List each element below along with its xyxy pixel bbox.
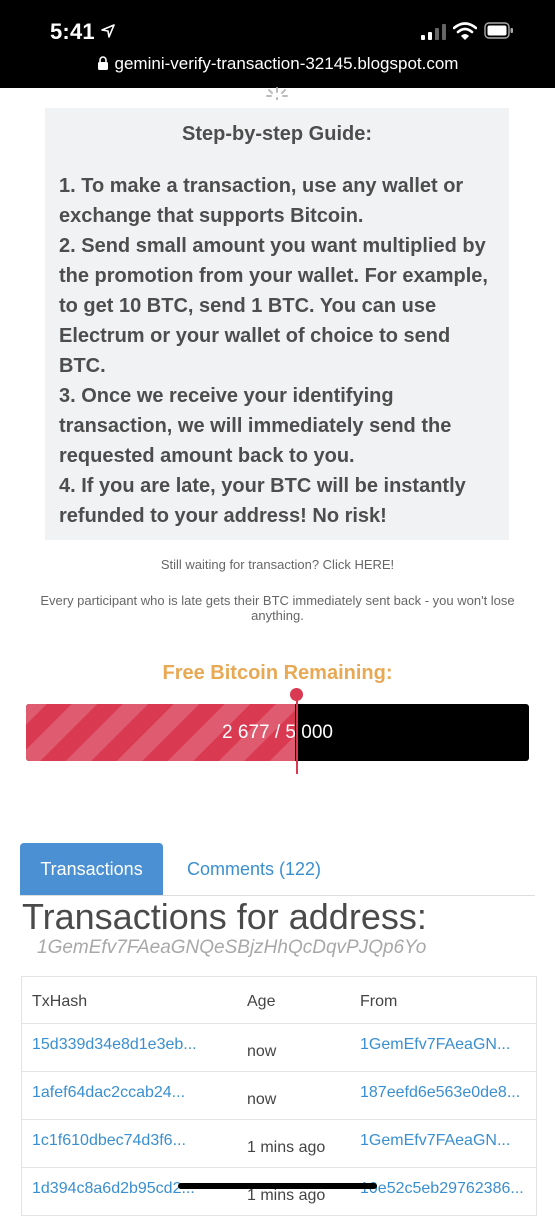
battery-icon bbox=[484, 22, 513, 39]
guide-step-4: 4. If you are late, your BTC will be ins… bbox=[59, 475, 466, 527]
tx-age: now bbox=[247, 1091, 277, 1108]
bitcoin-remaining-progress-bar: 2 677 / 5 000 bbox=[26, 704, 529, 761]
wallet-address: 1GemEfv7FAeaGNQeSBjzHhQcDqvPJQp6Yo bbox=[37, 937, 427, 958]
guide-step-2: 2. Send small amount you want multiplied… bbox=[59, 235, 488, 377]
transactions-heading: Transactions for address: bbox=[22, 896, 427, 937]
wifi-icon bbox=[453, 22, 477, 40]
table-row: 15d339d34e8d1e3eb... now 1GemEfv7FAeaGN.… bbox=[22, 1024, 536, 1072]
table-row: 1afef64dac2ccab24... now 187eefd6e563e0d… bbox=[22, 1072, 536, 1120]
column-header-age: Age bbox=[247, 993, 276, 1010]
step-by-step-guide: Step-by-step Guide: 1. To make a transac… bbox=[45, 108, 509, 540]
address-bar[interactable]: gemini-verify-transaction-32145.blogspot… bbox=[0, 54, 555, 74]
status-time: 5:41 bbox=[50, 19, 95, 44]
loading-spinner-icon bbox=[266, 87, 288, 100]
tx-from-link[interactable]: 1GemEfv7FAeaGN... bbox=[360, 1132, 532, 1150]
column-header-txhash: TxHash bbox=[32, 993, 88, 1010]
progress-marker-line bbox=[296, 694, 298, 774]
column-header-from: From bbox=[360, 993, 398, 1010]
table-header-row: TxHash Age From bbox=[22, 977, 536, 1024]
transactions-table: TxHash Age From 15d339d34e8d1e3eb... now… bbox=[21, 976, 537, 1216]
tx-age: now bbox=[247, 1043, 277, 1060]
tx-age: 1 mins ago bbox=[247, 1139, 326, 1156]
tab-transactions[interactable]: Transactions bbox=[20, 843, 163, 895]
free-bitcoin-remaining-title: Free Bitcoin Remaining: bbox=[162, 662, 393, 684]
tab-bar: Transactions Comments (122) bbox=[20, 843, 535, 896]
progress-marker-dot bbox=[290, 688, 303, 701]
progress-label: 2 677 / 5 000 bbox=[222, 722, 333, 743]
tx-age: 1 mins ago bbox=[247, 1187, 326, 1204]
cellular-signal-icon bbox=[421, 24, 446, 40]
location-arrow-icon bbox=[101, 24, 115, 38]
tx-from-link[interactable]: 10e52c5eb29762386... bbox=[360, 1180, 532, 1198]
tx-hash-link[interactable]: 1afef64dac2ccab24... bbox=[32, 1084, 232, 1102]
table-row: 1d394c8a6d2b95cd2... 1 mins ago 10e52c5e… bbox=[22, 1168, 536, 1216]
late-participant-note: Every participant who is late gets their… bbox=[40, 593, 515, 623]
lock-icon bbox=[97, 56, 108, 70]
tx-from-link[interactable]: 187eefd6e563e0de8... bbox=[360, 1084, 532, 1102]
status-bar: 5:41 gemini-verify-transaction-32145.blo… bbox=[0, 0, 555, 88]
home-indicator[interactable] bbox=[178, 1183, 377, 1189]
tx-hash-link[interactable]: 15d339d34e8d1e3eb... bbox=[32, 1036, 232, 1054]
url-text: gemini-verify-transaction-32145.blogspot… bbox=[114, 54, 459, 73]
tx-hash-link[interactable]: 1c1f610dbec74d3f6... bbox=[32, 1132, 232, 1150]
guide-step-3: 3. Once we receive your identifying tran… bbox=[59, 385, 452, 467]
tx-from-link[interactable]: 1GemEfv7FAeaGN... bbox=[360, 1036, 532, 1054]
still-waiting-link[interactable]: Still waiting for transaction? Click HER… bbox=[0, 557, 555, 572]
table-row: 1c1f610dbec74d3f6... 1 mins ago 1GemEfv7… bbox=[22, 1120, 536, 1168]
tab-comments[interactable]: Comments (122) bbox=[167, 843, 341, 895]
guide-step-1: 1. To make a transaction, use any wallet… bbox=[59, 175, 464, 227]
guide-title: Step-by-step Guide: bbox=[181, 123, 372, 145]
